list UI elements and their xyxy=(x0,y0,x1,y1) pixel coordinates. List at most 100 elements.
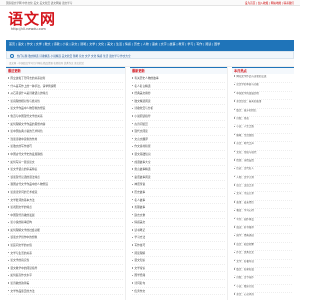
list-item[interactable]: 语文知识 xyxy=(132,257,225,265)
list-item-label[interactable]: 论真理的相对性与绝对性 xyxy=(10,99,40,103)
main-nav-links[interactable]: 首页 | 语文 | 作文 | 文学 | 散文 | 诗歌 | 小说 | 杂文 | … xyxy=(9,42,220,46)
list-item[interactable]: 论真理的相对性与绝对性 xyxy=(8,98,123,106)
list-item-label[interactable]: 文学常识 xyxy=(134,266,145,270)
list-item-label[interactable]: 中国现代诗歌的发展 xyxy=(10,213,34,217)
list-item-label[interactable]: 鲁迅与中国现代文学的关系 xyxy=(10,114,42,118)
list-item-label[interactable]: 浅谈诗歌中意象的作用 xyxy=(10,137,37,141)
list-item-label[interactable]: 写作：创作体会 xyxy=(236,218,254,221)
list-item-label[interactable]: 文学：名著导读 xyxy=(236,260,254,263)
list-item-label[interactable]: 小说：人生之路 xyxy=(236,125,254,128)
list-item-label[interactable]: 论诗歌的韵律美 xyxy=(10,281,29,285)
list-item-label[interactable]: 阅读理解 xyxy=(134,251,145,255)
list-item-label[interactable]: 语文：知识积累 xyxy=(236,243,254,246)
list-item[interactable]: 中国古代文学史的发展脉络 xyxy=(8,151,123,159)
list-item-label[interactable]: 如何理解文学的社会功能 xyxy=(10,228,40,232)
list-item-label[interactable]: 论唐诗宋词的艺术成就 xyxy=(10,190,37,194)
site-logo[interactable]: 语文网 xyxy=(8,8,56,29)
list-item-label[interactable]: 文字：书法艺术 xyxy=(236,192,254,195)
list-item[interactable]: 历史故事 xyxy=(132,189,225,197)
list-item-label[interactable]: 故事：成长经历 xyxy=(236,201,254,204)
list-item-label[interactable]: 国学：经典诵读 xyxy=(236,234,254,237)
list-item-label[interactable]: 童话故事阅读 xyxy=(134,175,150,179)
list-item-label[interactable]: 小说阅读指导 xyxy=(134,114,150,118)
list-item[interactable]: 小说：精彩片段 xyxy=(234,285,292,294)
list-item-label[interactable]: 诗歌欣赏与分析 xyxy=(134,106,153,110)
list-item-label[interactable]: 散文：故乡的回忆 xyxy=(236,109,256,112)
list-item[interactable]: 如何理解文学的社会功能 xyxy=(8,227,123,235)
list-item[interactable]: 写作：创作体会 xyxy=(234,218,292,227)
list-item-label[interactable]: 名人名言精选 xyxy=(134,84,150,88)
list-item[interactable]: 论文学的真实性 xyxy=(8,257,123,265)
search-icon[interactable] xyxy=(10,53,14,58)
list-item-label[interactable]: 杂文：时代之声 xyxy=(236,142,254,145)
list-item-label[interactable]: 历史故事 xyxy=(134,190,145,194)
list-item-label[interactable]: 文学作品鉴赏的方法 xyxy=(10,289,34,293)
list-item[interactable]: 论散文的写作技巧 xyxy=(8,143,123,151)
list-item-label[interactable]: 古诗词鉴赏 xyxy=(134,122,147,126)
list-item[interactable]: 美文：心灵鸡汤 xyxy=(234,293,292,300)
list-item-label[interactable]: 中国文学的发展历程 xyxy=(236,92,259,95)
list-item[interactable]: 古诗词鉴赏 xyxy=(132,121,225,129)
list-item-label[interactable]: 网站文学作品与读者的交流 xyxy=(236,75,266,78)
list-item[interactable]: 童话故事阅读 xyxy=(132,174,225,182)
list-item[interactable]: 教育：学习心得 xyxy=(234,209,292,218)
list-item-label[interactable]: 文学批评的基本方法 xyxy=(10,198,34,202)
list-item[interactable]: 优秀作文 xyxy=(132,288,225,296)
list-item-label[interactable]: 历史：古代名人 xyxy=(236,167,254,170)
list-item[interactable]: 鲁迅与中国现代文学的关系 xyxy=(8,113,123,121)
list-item-label[interactable]: 经典美文摘抄 xyxy=(134,91,150,95)
list-item[interactable]: 随笔：生活感悟 xyxy=(234,134,292,143)
list-item[interactable]: 哲理故事 xyxy=(132,204,225,212)
list-item[interactable]: 散文：名家名篇 xyxy=(234,268,292,277)
list-item[interactable]: 周立波和丁玲同志的关系如何 xyxy=(8,75,123,83)
list-item-label[interactable]: 论中国古典小说的艺术特色 xyxy=(10,129,42,133)
list-item[interactable]: 论文学作品中人物形象的塑造 xyxy=(8,105,123,113)
list-item-label[interactable]: 语言：汉语之美 xyxy=(236,184,254,187)
list-item-label[interactable]: 语文基础知识 xyxy=(134,152,150,156)
list-item-label[interactable]: 优秀作文 xyxy=(134,289,145,293)
list-item[interactable]: 中国现代诗歌的发展 xyxy=(8,212,123,220)
list-item-label[interactable]: 学习方法 xyxy=(134,235,145,239)
list-item-label[interactable]: 美文欣赏：春天的故事 xyxy=(236,100,261,103)
list-item[interactable]: 论唐诗宋词的艺术成就 xyxy=(8,189,123,197)
list-item-label[interactable]: 中国古代文学史的发展脉络 xyxy=(10,152,42,156)
list-item-label[interactable]: 神话传说 xyxy=(134,182,145,186)
list-item[interactable]: 散文精选阅读 xyxy=(132,98,225,106)
list-item-label[interactable]: 论小说的叙事结构 xyxy=(10,220,32,224)
list-item[interactable]: 论戏剧文学的特点 xyxy=(8,204,123,212)
list-item-label[interactable]: 散文精选阅读 xyxy=(134,99,150,103)
list-item-label[interactable]: 语文教学中的阅读指导 xyxy=(10,266,37,270)
list-item[interactable]: 历史：古代名人 xyxy=(234,167,292,176)
list-item[interactable]: 从石墨谈什么是诗歌语言的特点 xyxy=(8,90,123,98)
list-item[interactable]: 散文：故乡的回忆 xyxy=(234,109,292,117)
list-item[interactable]: 文化：传统与现代 xyxy=(234,151,292,159)
top-bar-links[interactable]: 设为首页 | 加入收藏 | 网站地图 | 联系我们 xyxy=(245,1,294,5)
list-item-label[interactable]: 文化：传统与现代 xyxy=(236,151,256,154)
list-item-label[interactable]: 文学与生活的关系 xyxy=(10,251,32,255)
list-item-label[interactable]: 写作技巧 xyxy=(134,243,145,247)
list-item[interactable]: 成语故事大全 xyxy=(132,159,225,167)
list-item[interactable]: 语文：知识积累 xyxy=(234,243,292,252)
list-item-label[interactable]: 诗词名句 xyxy=(134,281,145,285)
list-item-label[interactable]: 美文：心灵鸡汤 xyxy=(236,293,254,296)
list-item[interactable]: 国学：经典诵读 xyxy=(234,234,292,243)
list-item[interactable]: 诗歌欣赏与分析 xyxy=(132,105,225,113)
list-item-label[interactable]: 如何写好一篇议论文 xyxy=(10,160,34,164)
list-item-label[interactable]: 励志文章 xyxy=(134,213,145,217)
list-item[interactable]: 如何理解文学作品的思想内容 xyxy=(8,121,123,129)
list-item[interactable]: 读书笔记 xyxy=(132,227,225,235)
list-item[interactable]: 文字：书法艺术 xyxy=(234,192,292,201)
list-item-label[interactable]: 随笔：生活感悟 xyxy=(236,134,254,137)
list-item[interactable]: 学习方法 xyxy=(132,234,225,243)
list-item[interactable]: 情感：亲情友情 xyxy=(234,159,292,168)
list-item[interactable]: 中国文学的发展历程 xyxy=(234,92,292,101)
list-item-label[interactable]: 论散文的写作技巧 xyxy=(10,144,32,148)
list-item-label[interactable]: 小说：精彩片段 xyxy=(236,285,254,288)
list-item[interactable]: 文言文翻译 xyxy=(132,136,225,144)
list-item-label[interactable]: 文言文翻译 xyxy=(134,137,147,141)
list-item-label[interactable]: 寓言故事精选 xyxy=(134,167,150,171)
list-item-label[interactable]: 成语故事大全 xyxy=(134,160,150,164)
list-item[interactable]: 杂文：时代之声 xyxy=(234,142,292,151)
list-item-label[interactable]: 论民间文学的价值 xyxy=(10,243,32,247)
list-item[interactable]: 现代文阅读 xyxy=(132,128,225,136)
